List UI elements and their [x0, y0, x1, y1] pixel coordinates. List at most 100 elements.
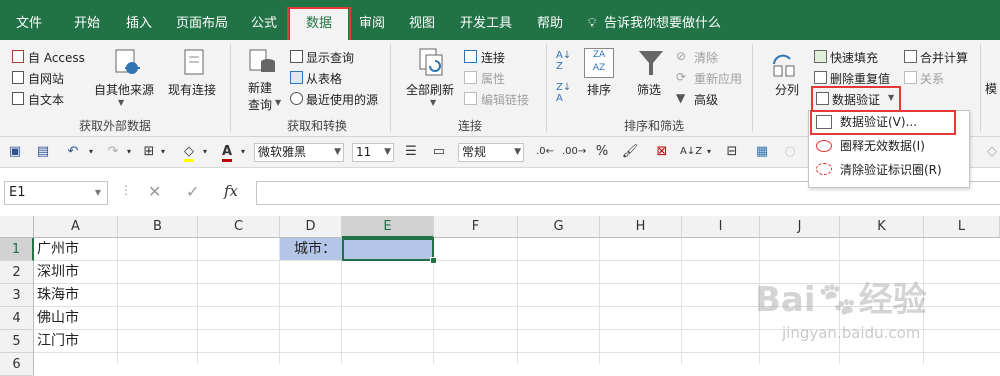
- row-header-3[interactable]: 3: [0, 284, 34, 307]
- fill-color-icon[interactable]: ◇: [178, 142, 200, 162]
- tab-home[interactable]: 开始: [62, 0, 112, 40]
- show-queries-button[interactable]: 显示查询: [306, 49, 354, 66]
- increase-decimal-icon[interactable]: .00→: [562, 142, 586, 162]
- remove-duplicates-button[interactable]: 删除重复值: [830, 70, 890, 87]
- clear-filter-button[interactable]: 清除: [694, 49, 718, 66]
- text-to-columns-button[interactable]: 分列: [775, 81, 799, 98]
- insert-function-icon[interactable]: fx: [224, 182, 238, 200]
- table-qat-icon[interactable]: ▦: [752, 142, 772, 162]
- tab-file[interactable]: 文件: [4, 0, 54, 40]
- cell-a1[interactable]: 广州市: [34, 238, 118, 261]
- menu-item-circle-invalid[interactable]: 圈释无效数据(I): [840, 135, 925, 157]
- decrease-decimal-icon[interactable]: .0←: [534, 142, 556, 162]
- font-name-select[interactable]: 微软雅黑 ▼: [254, 143, 344, 162]
- row-header-2[interactable]: 2: [0, 261, 34, 284]
- redo-icon[interactable]: ↷: [102, 142, 124, 162]
- flash-fill-button[interactable]: 快速填充: [830, 49, 878, 66]
- recent-sources-button[interactable]: 最近使用的源: [306, 91, 378, 108]
- row-header-6[interactable]: 6: [0, 353, 34, 376]
- new-query-label-1[interactable]: 新建: [248, 79, 272, 96]
- row-header-4[interactable]: 4: [0, 307, 34, 330]
- sort-az-icon[interactable]: A↓ Z: [556, 50, 571, 72]
- edit-links-button[interactable]: 编辑链接: [481, 91, 529, 108]
- font-color-icon[interactable]: A: [216, 142, 238, 162]
- tab-data[interactable]: 数据: [290, 8, 348, 40]
- column-header-f[interactable]: F: [434, 216, 518, 238]
- name-box[interactable]: E1 ▼: [4, 181, 108, 205]
- tab-insert[interactable]: 插入: [114, 0, 164, 40]
- insert-rows-icon[interactable]: ⊟: [722, 142, 742, 162]
- sort-dropdown-icon[interactable]: ▾: [704, 142, 714, 162]
- wrap-text-icon[interactable]: ☰: [400, 142, 422, 162]
- save-as-icon[interactable]: ▤: [34, 142, 52, 162]
- column-header-i[interactable]: I: [682, 216, 760, 238]
- from-web-button[interactable]: 自网站: [28, 70, 64, 87]
- column-header-c[interactable]: C: [198, 216, 280, 238]
- refresh-all-button[interactable]: 全部刷新: [406, 81, 454, 98]
- properties-button[interactable]: 属性: [481, 70, 505, 87]
- tell-me-search[interactable]: 告诉我你想要做什么: [604, 0, 730, 40]
- percent-icon[interactable]: %: [592, 142, 612, 162]
- sort-button[interactable]: 排序: [587, 81, 611, 98]
- fill-color-dropdown-icon[interactable]: ▾: [200, 142, 210, 162]
- row-header-5[interactable]: 5: [0, 330, 34, 353]
- cancel-icon[interactable]: ✕: [148, 182, 161, 201]
- column-header-a[interactable]: A: [34, 216, 118, 238]
- font-color-dropdown-icon[interactable]: ▾: [238, 142, 248, 162]
- existing-connections-button[interactable]: 现有连接: [168, 81, 216, 98]
- menu-item-clear-circles[interactable]: 清除验证标识圈(R): [840, 159, 942, 181]
- cell-a3[interactable]: 珠海市: [34, 284, 118, 307]
- new-query-button[interactable]: 查询: [248, 96, 272, 113]
- clear-format-icon[interactable]: ⊠: [652, 142, 672, 162]
- data-validation-dropdown-icon[interactable]: ▼: [888, 93, 894, 102]
- tab-page-layout[interactable]: 页面布局: [168, 0, 236, 40]
- menu-item-data-validation[interactable]: 数据验证(V)...: [840, 111, 917, 133]
- format-painter-icon[interactable]: 🖌︎: [620, 142, 640, 162]
- data-validation-button[interactable]: 数据验证: [832, 91, 880, 108]
- column-header-l[interactable]: L: [924, 216, 1000, 238]
- tab-help[interactable]: 帮助: [528, 0, 572, 40]
- number-format-select[interactable]: 常规 ▼: [458, 143, 524, 162]
- cell-a2[interactable]: 深圳市: [34, 261, 118, 284]
- enter-icon[interactable]: ✓: [186, 182, 199, 201]
- sort-za-icon[interactable]: Z↓ A: [556, 82, 571, 104]
- row-header-1[interactable]: 1: [0, 238, 34, 261]
- from-access-button[interactable]: 自 Access: [28, 49, 85, 66]
- cell-e1-selected[interactable]: [342, 238, 434, 261]
- column-header-k[interactable]: K: [840, 216, 924, 238]
- redo-dropdown-icon[interactable]: ▾: [124, 142, 134, 162]
- undo-icon[interactable]: ↶: [62, 142, 84, 162]
- undo-dropdown-icon[interactable]: ▾: [86, 142, 96, 162]
- from-table-button[interactable]: 从表格: [306, 70, 342, 87]
- fill-handle[interactable]: [430, 257, 437, 264]
- column-header-h[interactable]: H: [600, 216, 682, 238]
- tab-review[interactable]: 审阅: [350, 0, 394, 40]
- cell-a5[interactable]: 江门市: [34, 330, 118, 353]
- filter-button[interactable]: 筛选: [637, 81, 661, 98]
- borders-dropdown-icon[interactable]: ▾: [158, 142, 168, 162]
- reapply-button[interactable]: 重新应用: [694, 70, 742, 87]
- borders-icon[interactable]: ⊞: [140, 142, 158, 162]
- column-header-e[interactable]: E: [342, 216, 434, 238]
- column-header-j[interactable]: J: [760, 216, 840, 238]
- relationships-button[interactable]: 关系: [920, 70, 944, 87]
- more-tools-icon[interactable]: ◇: [984, 142, 1000, 162]
- tab-formulas[interactable]: 公式: [240, 0, 288, 40]
- consolidate-button[interactable]: 合并计算: [920, 49, 968, 66]
- from-text-button[interactable]: 自文本: [28, 91, 64, 108]
- column-header-d[interactable]: D: [280, 216, 342, 238]
- cell-a4[interactable]: 佛山市: [34, 307, 118, 330]
- select-all-corner[interactable]: [0, 216, 34, 238]
- column-header-g[interactable]: G: [518, 216, 600, 238]
- circle-icon[interactable]: ○: [780, 142, 800, 162]
- sort-az-qat-icon[interactable]: A↓Z: [680, 142, 702, 162]
- merge-center-icon[interactable]: ▭: [428, 142, 450, 162]
- tab-developer[interactable]: 开发工具: [452, 0, 520, 40]
- column-header-b[interactable]: B: [118, 216, 198, 238]
- connections-button[interactable]: 连接: [481, 49, 505, 66]
- save-icon[interactable]: ▣: [6, 142, 24, 162]
- tab-view[interactable]: 视图: [400, 0, 444, 40]
- advanced-filter-button[interactable]: 高级: [694, 91, 718, 108]
- font-size-select[interactable]: 11 ▼: [352, 143, 394, 162]
- cell-d1[interactable]: 城市：: [280, 238, 342, 260]
